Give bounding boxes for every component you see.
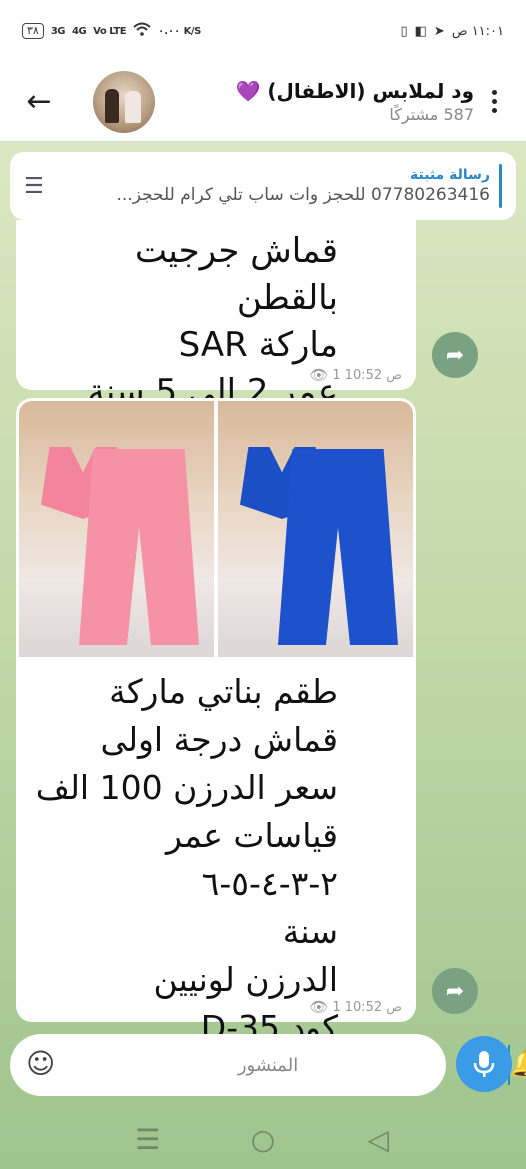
clock: ١١:٠١ ص <box>451 23 504 39</box>
bell-icon: 🔔 <box>510 1049 526 1079</box>
message-caption: طقم بناتي ماركة قماش درجة اولى سعر الدرز… <box>16 668 416 1052</box>
view-count: 1 <box>332 367 341 383</box>
message-time: 10:52 ص <box>344 999 402 1015</box>
channel-avatar[interactable] <box>93 70 155 133</box>
message-time: 10:52 ص <box>344 367 402 383</box>
microphone-icon <box>473 1051 495 1077</box>
message-bubble[interactable]: طقم بناتي ماركة قماش درجة اولى سعر الدرز… <box>16 398 416 1047</box>
message-meta: 👁 1 10:52 ص <box>309 366 402 384</box>
system-nav-bar: ☰ ○ ◁ <box>0 1109 526 1169</box>
home-button[interactable]: ○ <box>243 1123 283 1156</box>
eye-icon: 👁 <box>309 366 329 384</box>
more-dot-icon <box>491 90 497 95</box>
sticker-button[interactable]: ☺ <box>26 1047 55 1083</box>
voice-record-button[interactable] <box>456 1036 512 1092</box>
photo-album <box>19 401 413 657</box>
pin-list-icon[interactable]: ☰ <box>24 174 58 199</box>
message-text: طقم بناتي ماركة قماش درجة اولى سعر الدرز… <box>35 672 338 1047</box>
back-nav-button[interactable]: ◁ <box>358 1123 398 1156</box>
arrow-left-icon: ← <box>26 84 52 119</box>
product-photo-blue[interactable] <box>218 401 413 657</box>
sticker-icon: ☺ <box>26 1047 56 1080</box>
volte-icon: Vo LTE <box>93 25 127 37</box>
battery-icon: ٣٨ <box>22 23 44 39</box>
view-count: 1 <box>332 999 341 1015</box>
message-bubble[interactable]: قماش جرجيت بالقطن ماركة SAR عمر 2 الى 5 … <box>16 220 416 412</box>
more-menu-button[interactable] <box>474 78 514 126</box>
pinned-indicator <box>499 164 502 208</box>
recent-apps-button[interactable]: ☰ <box>128 1123 168 1156</box>
pinned-message-bar[interactable]: ☰ رسالة مثبتة 07780263416 للحجز وات ساب … <box>10 152 516 220</box>
status-left: ٣٨ 3G 4G Vo LTE ٠.٠٠ K/S <box>22 22 201 40</box>
signal-4g-icon: 4G <box>72 25 87 37</box>
channel-info[interactable]: ود لملابس (الاطفال) 💜 587 مشتركًا <box>169 79 475 124</box>
silent-broadcast-button[interactable]: 🔔 <box>510 1045 526 1085</box>
forward-arrow-icon: ➦ <box>445 342 465 368</box>
forward-button[interactable]: ➦ <box>432 332 478 378</box>
subscriber-count: 587 مشتركًا <box>389 105 474 124</box>
forward-button[interactable]: ➦ <box>432 968 478 1014</box>
chat-header: ← ود لملابس (الاطفال) 💜 587 مشتركًا <box>0 62 526 142</box>
eye-icon: 👁 <box>309 998 329 1016</box>
network-speed: ٠.٠٠ K/S <box>158 25 201 37</box>
pants-garment <box>278 449 398 645</box>
pinned-label: رسالة مثبتة <box>409 167 490 183</box>
status-right: ▯ ◧ ➤ ١١:٠١ ص <box>400 24 504 39</box>
message-input-bar: ☺ 🔔 📎 <box>10 1034 526 1096</box>
status-bar: ٣٨ 3G 4G Vo LTE ٠.٠٠ K/S ▯ ◧ ➤ ١١:٠١ ص <box>0 0 526 62</box>
chat-area[interactable]: قماش جرجيت بالقطن ماركة SAR عمر 2 الى 5 … <box>0 142 526 1169</box>
sim-icon: ▯ <box>400 23 408 39</box>
pinned-text: 07780263416 للحجز وات ساب تلي كرام للحجز… <box>116 185 490 205</box>
pants-garment <box>79 449 199 645</box>
message-input[interactable] <box>73 1045 511 1085</box>
back-button[interactable]: ← <box>15 78 63 126</box>
telegram-icon: ➤ <box>433 23 445 39</box>
message-text: قماش جرجيت بالقطن ماركة SAR عمر 2 الى 5 … <box>87 231 338 412</box>
signal-3g-icon: 3G <box>50 25 66 37</box>
notification-icon: ◧ <box>414 23 427 39</box>
more-dot-icon <box>491 99 497 104</box>
forward-arrow-icon: ➦ <box>445 978 465 1004</box>
more-dot-icon <box>491 108 497 113</box>
product-photo-pink[interactable] <box>19 401 214 657</box>
message-meta: 👁 1 10:52 ص <box>309 998 402 1016</box>
channel-title: ود لملابس (الاطفال) 💜 <box>235 79 475 103</box>
pinned-content: رسالة مثبتة 07780263416 للحجز وات ساب تل… <box>58 167 502 205</box>
wifi-icon <box>133 22 151 40</box>
